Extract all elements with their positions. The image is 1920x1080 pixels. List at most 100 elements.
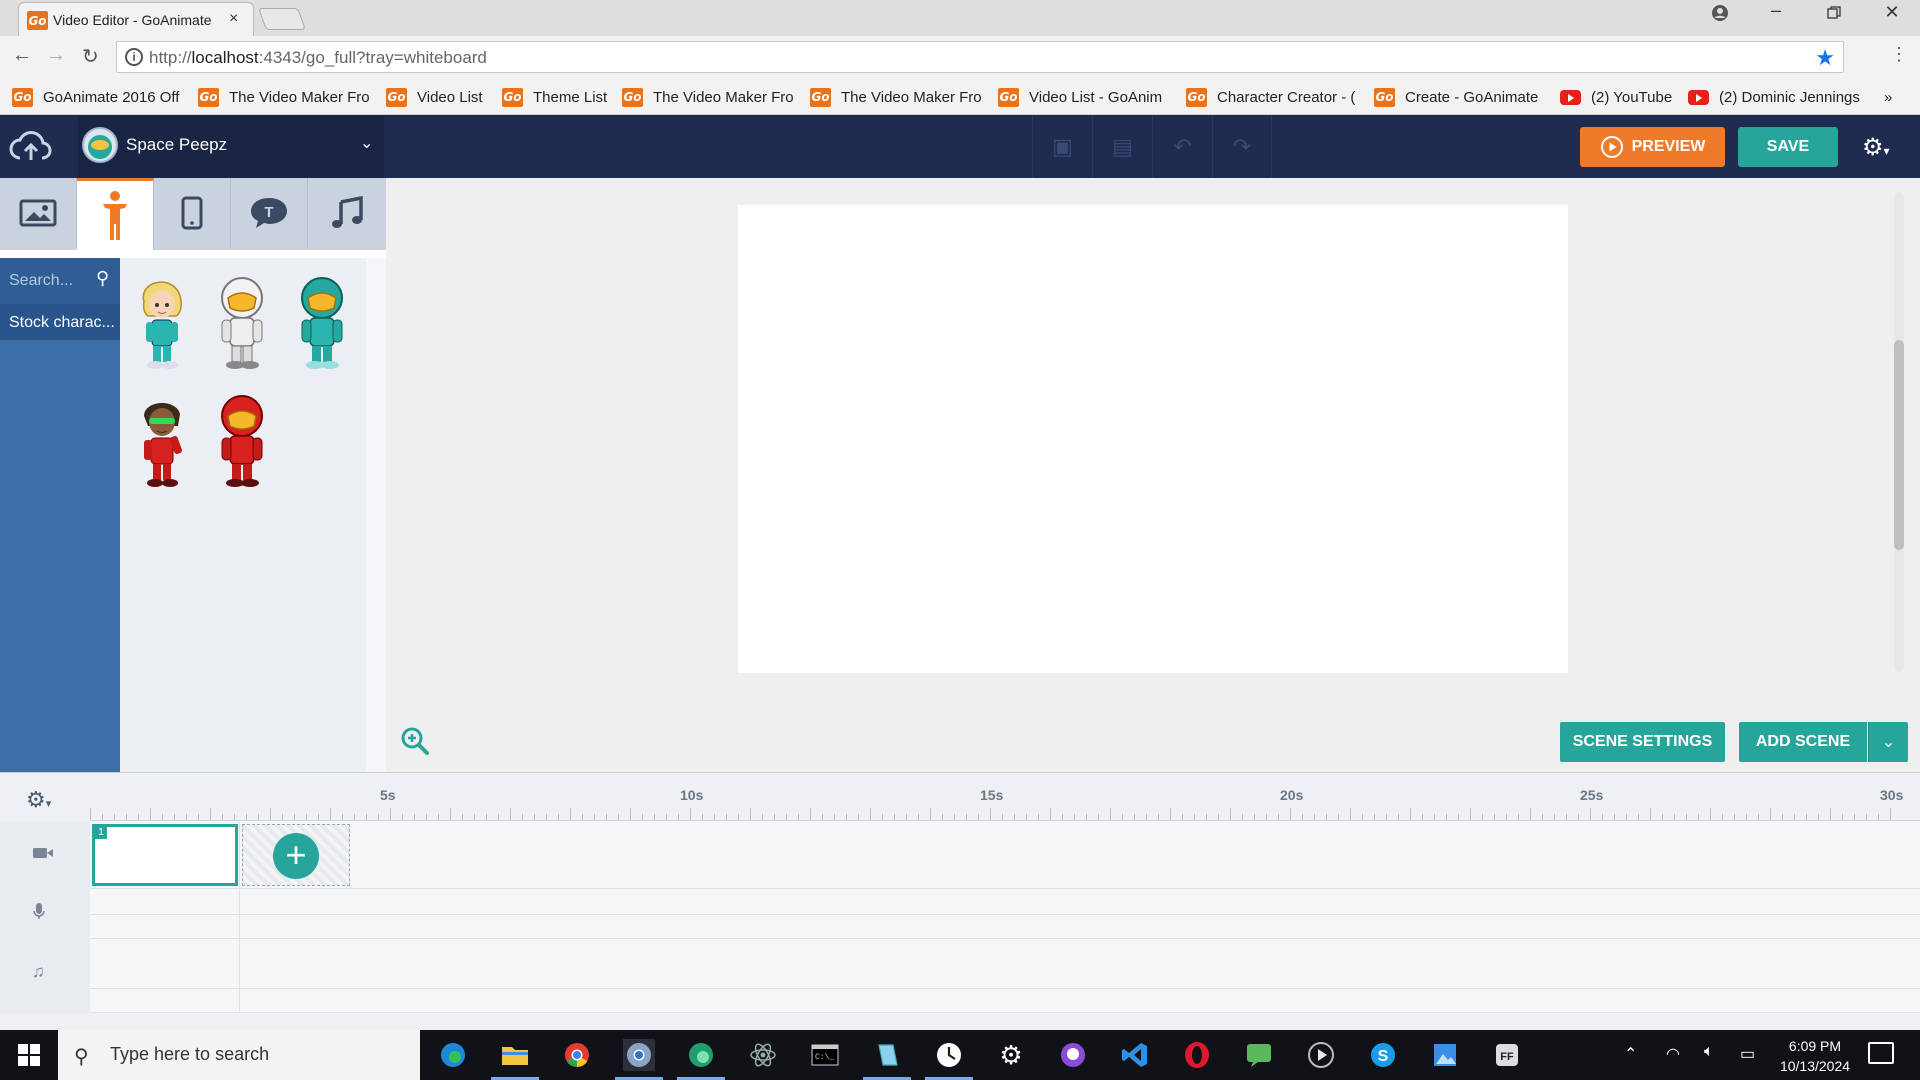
bookmark-item[interactable]: (2) Dominic Jennings [1688,87,1860,107]
bookmark-item[interactable]: Go Theme List [502,87,607,107]
address-bar[interactable]: i http://localhost:4343/go_full?tray=whi… [116,41,1844,73]
cloud-upload-icon[interactable] [9,130,53,169]
atom-icon[interactable] [747,1039,779,1071]
character-dreadlock-man-red-suit[interactable] [130,390,194,490]
ruler-tick [666,814,667,820]
photos-icon[interactable] [1429,1039,1461,1071]
clock-date: 10/13/2024 [1779,1058,1851,1074]
info-icon[interactable]: i [125,48,143,66]
preview-label: PREVIEW [1631,138,1706,155]
file-explorer-icon[interactable] [491,1039,539,1080]
reload-icon[interactable]: ↻ [82,44,99,69]
profile-icon[interactable] [1700,4,1740,27]
stage-scrollbar-thumb[interactable] [1894,340,1904,550]
svg-text:T: T [264,204,273,221]
ruler-tick [1254,814,1255,820]
scene-settings-button[interactable]: SCENE SETTINGS [1560,722,1725,762]
add-scene-button[interactable]: ADD SCENE [1739,722,1867,762]
characters-tab[interactable] [77,178,154,250]
ruler-label: 30s [1880,787,1904,803]
settings-gear-icon[interactable]: ⚙ [995,1039,1027,1071]
edge-dev-icon[interactable] [677,1039,725,1080]
ruler-tick [750,808,751,820]
timeline-ruler[interactable]: 5s 10s 15s 20s 25s 30s [90,773,1920,821]
ruler-tick [618,814,619,820]
save-button[interactable]: SAVE [1738,127,1838,167]
github-icon[interactable] [1057,1039,1089,1071]
vscode-icon[interactable] [1119,1039,1151,1071]
wifi-icon[interactable]: ◠ [1666,1044,1680,1064]
bookmark-item[interactable]: Go The Video Maker Fro [622,87,794,107]
close-window-icon[interactable]: ✕ [1872,2,1912,23]
props-tab[interactable] [154,178,231,248]
ruler-tick [1530,808,1531,820]
terminal-icon[interactable]: C:\_ [809,1039,841,1071]
library-scrollbar[interactable] [366,258,386,772]
add-scene-plus-icon[interactable]: + [273,833,319,879]
opera-icon[interactable] [1181,1039,1213,1071]
more-bookmarks-icon[interactable]: » [1884,87,1892,107]
bookmark-item[interactable]: Go GoAnimate 2016 Off [12,87,179,107]
back-icon[interactable]: ← [12,44,32,67]
undo-icon[interactable]: ↶ [1152,115,1212,178]
new-tab-button[interactable] [257,8,307,30]
ruler-tick [882,814,883,820]
media-player-icon[interactable] [1305,1039,1337,1071]
bookmark-item[interactable]: Go The Video Maker Fro [198,87,370,107]
edge-icon[interactable] [437,1039,469,1071]
chrome-icon[interactable] [561,1039,593,1071]
music-tab[interactable] [308,178,385,248]
bookmark-item[interactable]: Go The Video Maker Fro [810,87,982,107]
ruler-tick [1518,814,1519,820]
timeline-settings-gear-icon[interactable]: ⚙▾ [26,787,51,813]
volume-icon[interactable]: 🔈︎ [1704,1043,1714,1061]
character-teal-armor-soldier[interactable] [290,272,354,372]
clock-app-icon[interactable] [925,1039,973,1080]
settings-gear-icon[interactable]: ⚙▾ [1862,133,1890,162]
ruler-tick [1806,814,1807,820]
paste-icon[interactable]: ▤ [1092,115,1152,178]
skype-icon[interactable]: S [1367,1039,1399,1071]
chat-app-icon[interactable] [1243,1039,1275,1071]
scene-thumbnail[interactable]: 1 [92,824,238,886]
bookmark-item[interactable]: Go Video List [386,87,483,107]
restore-icon[interactable] [1814,4,1854,25]
bookmark-star-icon[interactable]: ★ [1815,45,1835,71]
chevron-down-icon[interactable]: ⌄ [360,133,373,153]
search-icon[interactable]: ⚲ [96,268,109,289]
taskbar-search-input[interactable]: ⚲ Type here to search [58,1030,420,1080]
bookmark-item[interactable]: Go Create - GoAnimate [1374,87,1538,107]
copy-icon[interactable]: ▣ [1032,115,1092,178]
text-bubble-tab[interactable]: T [231,178,308,248]
app-icon[interactable]: FF [1491,1039,1523,1071]
add-scene-dropdown-chevron-icon[interactable]: ⌄ [1868,722,1908,762]
taskbar-clock[interactable]: 6:09 PM 10/13/2024 [1760,1036,1870,1076]
windows-start-icon[interactable] [18,1044,40,1071]
minimize-icon[interactable]: – [1756,0,1796,21]
character-red-armor-soldier[interactable] [210,390,274,490]
chevron-up-icon[interactable]: ⌃ [1624,1044,1637,1064]
notification-icon[interactable] [1868,1042,1894,1064]
character-blonde-woman-teal-suit[interactable] [130,272,194,372]
tab-close-icon[interactable]: × [229,10,238,28]
background-tab[interactable] [0,178,77,248]
chrome-dev-icon[interactable] [615,1039,663,1080]
browser-menu-icon[interactable]: ⋮ [1890,44,1908,65]
add-scene-placeholder[interactable]: + [242,824,350,886]
theme-selector[interactable]: Space Peepz ⌄ [78,115,384,178]
notepad-icon[interactable] [863,1039,911,1080]
forward-icon[interactable]: → [46,44,66,67]
scene-canvas[interactable] [738,205,1568,673]
bookmark-item[interactable]: Go Video List - GoAnim [998,87,1162,107]
url-text[interactable]: http://localhost:4343/go_full?tray=white… [149,48,487,68]
redo-icon[interactable]: ↷ [1212,115,1272,178]
bookmark-item[interactable]: Go Character Creator - ( [1186,87,1355,107]
battery-icon[interactable]: ▭ [1740,1044,1755,1064]
zoom-in-icon[interactable] [400,726,430,761]
browser-tab[interactable]: Go Video Editor - GoAnimate × [18,2,254,36]
preview-button[interactable]: PREVIEW [1580,127,1725,167]
search-input[interactable]: Search... ⚲ [0,258,120,304]
category-item-stock-characters[interactable]: Stock charac... [0,304,120,340]
character-white-armor-soldier[interactable] [210,272,274,372]
bookmark-item[interactable]: (2) YouTube [1560,87,1672,107]
